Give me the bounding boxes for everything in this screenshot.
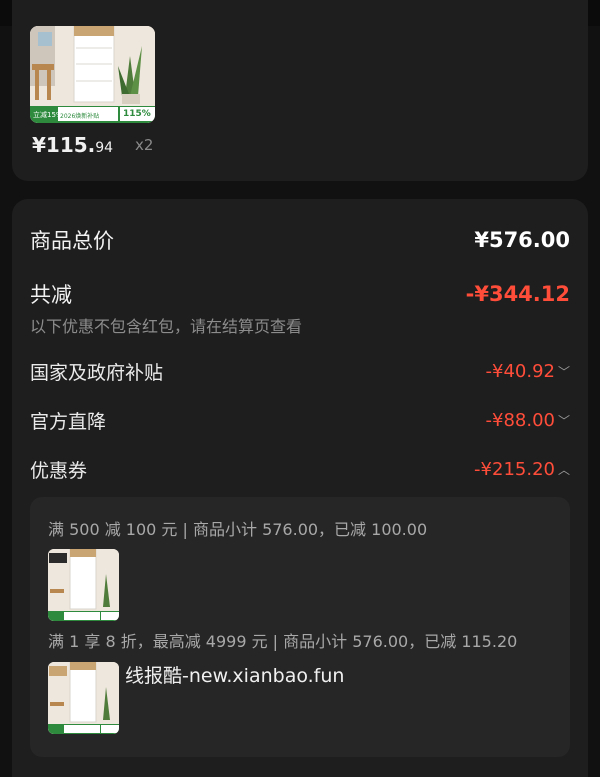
total-price-value: ¥576.00	[474, 228, 570, 252]
total-discount-value: -¥344.12	[465, 282, 570, 306]
discount-row-coupon[interactable]: 优惠券 -¥215.20 ︿	[30, 456, 570, 483]
coupon-rule: 满 500 减 100 元 | 商品小计 576.00，已减 100.00	[48, 520, 428, 539]
discount-label: 官方直降	[30, 411, 107, 433]
product-image	[48, 549, 119, 621]
item-quantity: x2	[135, 136, 154, 154]
coupon-product-thumbnail[interactable]	[48, 662, 119, 734]
watermark-text: 线报酷-new.xianbao.fun	[125, 665, 345, 687]
total-discount-label: 共减	[30, 283, 72, 307]
discount-amount: -¥215.20	[474, 459, 555, 480]
total-price-label: 商品总价	[30, 229, 114, 253]
price-integer: ¥115.	[32, 133, 96, 157]
badge-left: 立减15%	[33, 111, 63, 119]
chevron-up-icon[interactable]: ︿	[558, 461, 570, 478]
discount-row-official[interactable]: 官方直降 -¥88.00 ﹀	[30, 407, 570, 434]
total-price-row: 商品总价 ¥576.00	[30, 225, 570, 255]
discount-value: -¥40.92 ﹀	[486, 361, 571, 382]
product-card: 立减15% 2026焕新补贴 115% ¥115.94 x2	[12, 0, 588, 181]
total-discount-row: 共减 -¥344.12	[30, 279, 570, 309]
product-image	[48, 662, 119, 734]
price-decimal: 94	[95, 140, 114, 156]
discount-amount: -¥40.92	[485, 361, 555, 382]
chevron-down-icon[interactable]: ﹀	[558, 412, 570, 429]
discount-note: 以下优惠不包含红包，请在结算页查看	[30, 317, 303, 336]
discount-label: 优惠券	[30, 460, 88, 482]
badge-mid: 2026焕新补贴	[60, 113, 100, 120]
badge-right: 115%	[123, 109, 151, 119]
coupon-product-thumbnail[interactable]	[48, 549, 119, 621]
coupon-rule: 满 1 享 8 折，最高减 4999 元 | 商品小计 576.00，已减 11…	[48, 632, 518, 651]
discount-value: -¥215.20 ︿	[474, 459, 570, 480]
discount-row-subsidy[interactable]: 国家及政府补贴 -¥40.92 ﹀	[30, 358, 570, 385]
item-price: ¥115.94	[32, 133, 113, 157]
coupon-detail-panel: 满 500 减 100 元 | 商品小计 576.00，已减 100.00 满 …	[30, 497, 570, 757]
discount-label: 国家及政府补贴	[30, 362, 164, 384]
discount-amount: -¥88.00	[485, 410, 555, 431]
chevron-down-icon[interactable]: ﹀	[558, 363, 570, 380]
discount-value: -¥88.00 ﹀	[486, 410, 571, 431]
product-thumbnail[interactable]: 立减15% 2026焕新补贴 115%	[30, 26, 155, 123]
